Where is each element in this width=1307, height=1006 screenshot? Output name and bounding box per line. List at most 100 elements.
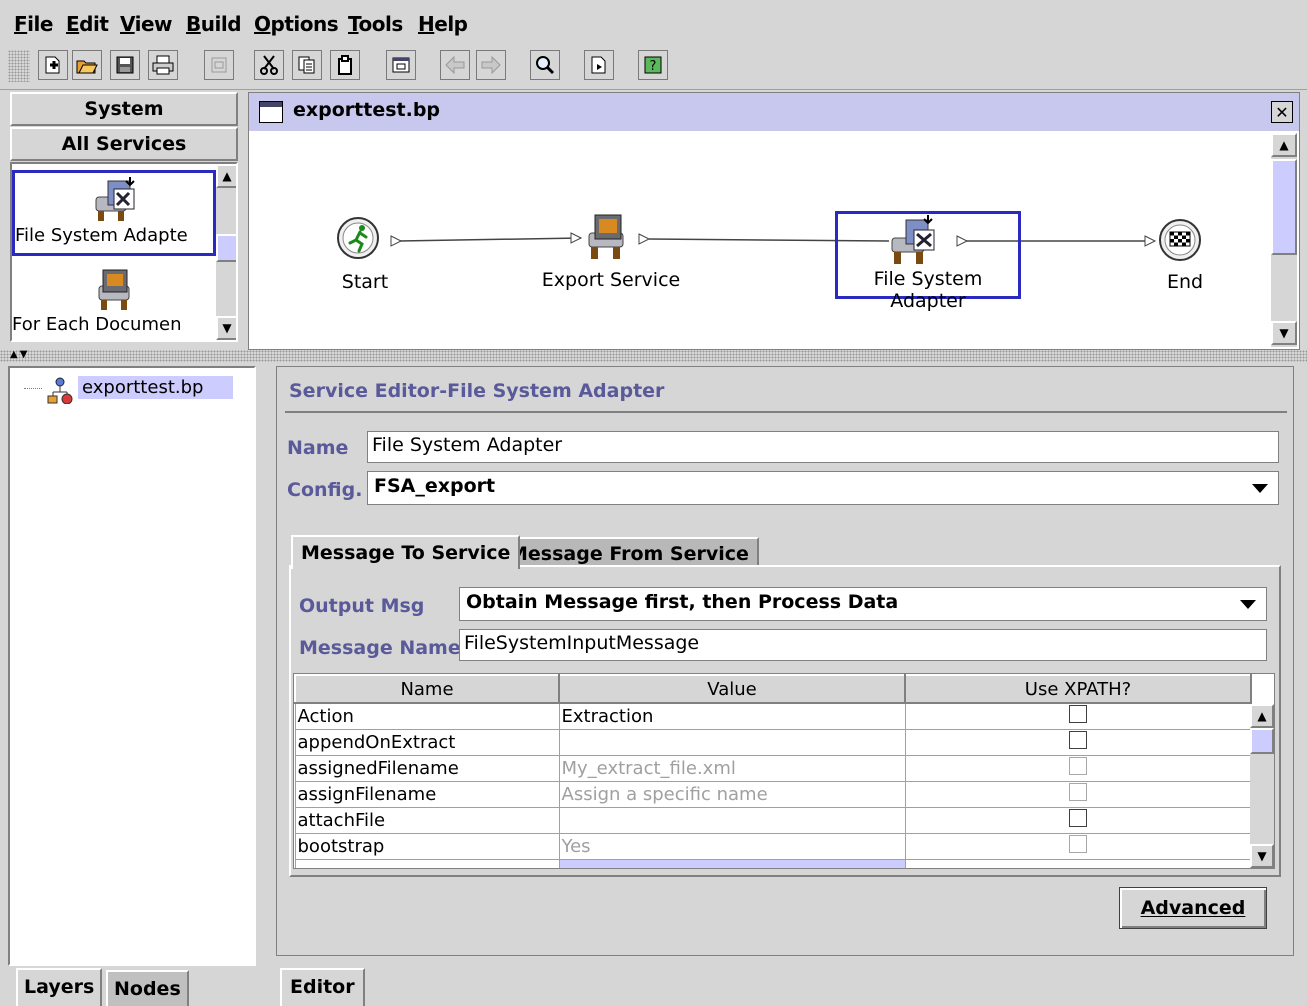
- scroll-thumb[interactable]: [1271, 159, 1297, 255]
- scroll-up-icon[interactable]: ▲: [216, 164, 236, 188]
- param-value[interactable]: My_extract_file.xml: [558, 754, 906, 782]
- find-icon[interactable]: [530, 50, 560, 80]
- table-row[interactable]: assignedFilename My_extract_file.xml: [294, 754, 1252, 782]
- back-icon[interactable]: [440, 50, 470, 80]
- layers-tree: exporttest.bp: [8, 366, 256, 966]
- table-row[interactable]: Action Extraction: [294, 702, 1252, 730]
- save-icon[interactable]: [110, 50, 140, 80]
- column-header-name[interactable]: Name: [294, 674, 560, 704]
- end-node[interactable]: [1157, 217, 1207, 267]
- tab-layers[interactable]: Layers: [16, 968, 103, 1006]
- palette-item-file-system-adapter[interactable]: File System Adapte: [12, 170, 216, 256]
- use-xpath-checkbox[interactable]: [1069, 808, 1087, 827]
- window-icon[interactable]: [386, 50, 416, 80]
- scroll-down-icon[interactable]: ▼: [216, 316, 236, 340]
- tab-message-to-service[interactable]: Message To Service: [291, 535, 521, 569]
- table-row[interactable]: attachFile: [294, 806, 1252, 834]
- table-scrollbar[interactable]: ▲ ▼: [1250, 704, 1274, 868]
- param-value[interactable]: Yes: [558, 832, 906, 860]
- column-header-value[interactable]: Value: [558, 674, 906, 704]
- partial-cell: [294, 858, 560, 868]
- param-name: assignedFilename: [294, 754, 560, 782]
- scroll-up-icon[interactable]: ▲: [1250, 704, 1274, 728]
- print-icon[interactable]: [148, 50, 178, 80]
- param-value[interactable]: [558, 728, 906, 756]
- menu-help[interactable]: Help: [418, 12, 468, 36]
- tab-nodes[interactable]: Nodes: [106, 970, 189, 1006]
- node-label-export-service: Export Service: [541, 269, 681, 291]
- paste-icon[interactable]: [330, 50, 360, 80]
- flow-connectors: [390, 232, 1157, 247]
- menu-tools[interactable]: Tools: [348, 12, 403, 36]
- menu-build[interactable]: Build: [186, 12, 242, 36]
- forward-icon[interactable]: [476, 50, 506, 80]
- column-header-use-xpath[interactable]: Use XPATH?: [904, 674, 1252, 704]
- table-row[interactable]: bootstrap Yes: [294, 832, 1252, 860]
- menu-view[interactable]: View: [120, 12, 173, 36]
- splitter-arrows-icon[interactable]: ▲▼: [10, 349, 29, 360]
- palette-header-system[interactable]: System: [10, 92, 238, 126]
- export-service-node[interactable]: [579, 211, 639, 267]
- use-xpath-cell: [904, 728, 1252, 756]
- process-icon: [46, 376, 74, 405]
- new-icon[interactable]: [38, 50, 68, 80]
- param-name: Action: [294, 702, 560, 730]
- palette-header-all-services[interactable]: All Services: [10, 127, 238, 161]
- palette-list: File System Adapte For Each Documen ▲ ▼: [10, 162, 238, 342]
- scroll-thumb[interactable]: [216, 234, 236, 262]
- partial-cell: [558, 858, 906, 868]
- advanced-button[interactable]: Advanced: [1119, 887, 1267, 929]
- canvas-scrollbar[interactable]: ▲ ▼: [1271, 133, 1297, 347]
- table-row[interactable]: assignFilename Assign a specific name: [294, 780, 1252, 808]
- canvas-title-bar[interactable]: exporttest.bp ✕: [249, 93, 1299, 131]
- toolbar-grip[interactable]: [8, 50, 30, 82]
- copy-icon[interactable]: [292, 50, 322, 80]
- menu-file[interactable]: File: [14, 12, 53, 36]
- use-xpath-checkbox[interactable]: [1069, 730, 1087, 749]
- table-header-row: Name Value Use XPATH?: [294, 674, 1252, 704]
- use-xpath-checkbox[interactable]: [1069, 704, 1087, 723]
- file-system-adapter-node[interactable]: File System Adapter: [835, 211, 1021, 312]
- param-name: appendOnExtract: [294, 728, 560, 756]
- advanced-button-label: Advanced: [1140, 897, 1246, 919]
- table-row[interactable]: appendOnExtract: [294, 728, 1252, 756]
- output-msg-dropdown-value: Obtain Message first, then Process Data: [466, 591, 899, 613]
- tab-message-from-service[interactable]: Message From Service: [499, 537, 759, 567]
- menu-edit[interactable]: Edit: [66, 12, 109, 36]
- menu-options[interactable]: Options: [254, 12, 339, 36]
- param-value[interactable]: Extraction: [558, 702, 906, 730]
- node-label-start: Start: [341, 271, 389, 293]
- start-node[interactable]: [335, 215, 385, 265]
- param-value[interactable]: Assign a specific name: [558, 780, 906, 808]
- output-msg-dropdown[interactable]: Obtain Message first, then Process Data: [459, 587, 1267, 621]
- help-icon[interactable]: ?: [638, 50, 668, 80]
- use-xpath-checkbox: [1069, 834, 1087, 853]
- palette-scrollbar[interactable]: ▲ ▼: [216, 164, 236, 340]
- use-xpath-cell: [904, 806, 1252, 834]
- use-xpath-cell: [904, 832, 1252, 860]
- scroll-down-icon[interactable]: ▼: [1250, 844, 1274, 868]
- check-in-icon[interactable]: [584, 50, 614, 80]
- node-label-file-system-adapter: File System Adapter: [873, 268, 983, 312]
- scroll-up-icon[interactable]: ▲: [1271, 133, 1297, 157]
- message-name-label: Message Name: [299, 637, 461, 659]
- cut-icon[interactable]: [254, 50, 284, 80]
- open-icon[interactable]: [72, 50, 102, 80]
- param-value[interactable]: [558, 806, 906, 834]
- canvas-title: exporttest.bp: [289, 99, 445, 121]
- horizontal-splitter[interactable]: ▲▼: [0, 349, 1307, 362]
- palette-item-for-each-document[interactable]: For Each Documen: [12, 268, 216, 340]
- close-icon[interactable]: ✕: [1271, 101, 1293, 123]
- properties-icon[interactable]: [204, 50, 234, 80]
- tab-editor[interactable]: Editor: [280, 968, 365, 1006]
- scroll-thumb[interactable]: [1250, 728, 1274, 754]
- tree-item-root[interactable]: exporttest.bp: [78, 376, 234, 399]
- tree-line: [24, 388, 42, 389]
- scroll-down-icon[interactable]: ▼: [1271, 321, 1297, 345]
- name-field[interactable]: File System Adapter: [367, 431, 1279, 463]
- left-tab-strip: Layers Nodes: [8, 968, 256, 1006]
- palette-item-label: File System Adapte: [15, 225, 188, 246]
- message-name-field[interactable]: FileSystemInputMessage: [459, 629, 1267, 661]
- config-dropdown[interactable]: FSA_export: [367, 471, 1279, 505]
- parameter-table: Name Value Use XPATH? Action Extraction …: [293, 673, 1275, 869]
